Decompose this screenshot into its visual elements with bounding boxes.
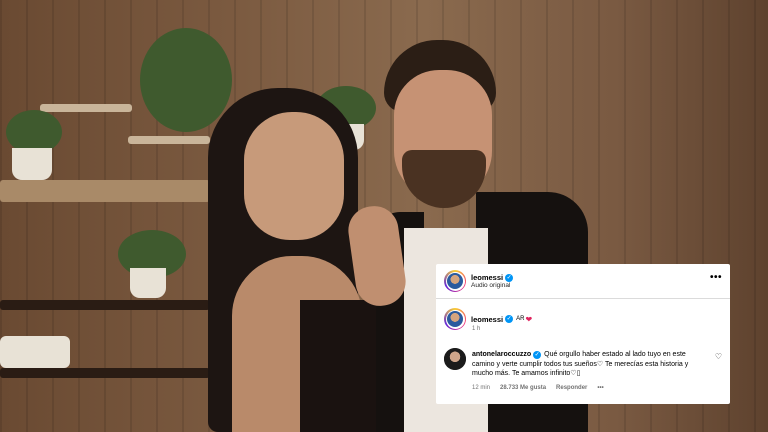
verified-icon: ✓ [505,315,514,323]
comment-likes[interactable]: 28.733 Me gusta [500,385,546,391]
like-comment-icon[interactable]: ♡ [715,352,722,361]
commenter-avatar[interactable] [444,348,466,370]
verified-icon: ✓ [533,351,542,359]
verified-icon: ✓ [505,273,514,282]
woman-face [244,112,344,240]
planter [0,336,70,368]
shelf [0,368,210,378]
comment-body: antonelaroccuzzo ✓ Qué orgullo haber estad… [472,350,708,379]
comment-username[interactable]: antonelaroccuzzo [472,351,531,358]
caption-row: leomessi ✓ AR ❤ [444,308,532,330]
shelf [128,136,210,144]
comment-time: 12 min [472,385,491,391]
shelf [0,300,210,310]
avatar[interactable] [444,308,466,330]
pot [12,148,52,180]
pot [130,268,166,298]
avatar[interactable] [444,270,466,292]
instagram-post-card: leomessi ✓ Audio original ••• leomessi ✓… [436,264,730,404]
caption-username[interactable]: leomessi [471,315,503,324]
caption-time: 1 h [472,326,481,332]
username[interactable]: leomessi [471,273,503,282]
heart-icon: ❤ [525,314,533,324]
reply-button[interactable]: Responder [556,385,587,391]
plant [140,28,232,132]
shelf [40,104,132,112]
more-options-icon[interactable]: ••• [710,272,722,283]
audio-label[interactable]: Audio original [471,282,513,289]
divider [436,298,730,299]
comment-more-icon[interactable]: ••• [597,385,603,391]
shelf [0,180,210,202]
comment-actions: 12 min 28.733 Me gusta Responder ••• [472,385,604,391]
caption-text: AR [516,316,525,322]
post-header: leomessi ✓ Audio original [444,270,514,292]
